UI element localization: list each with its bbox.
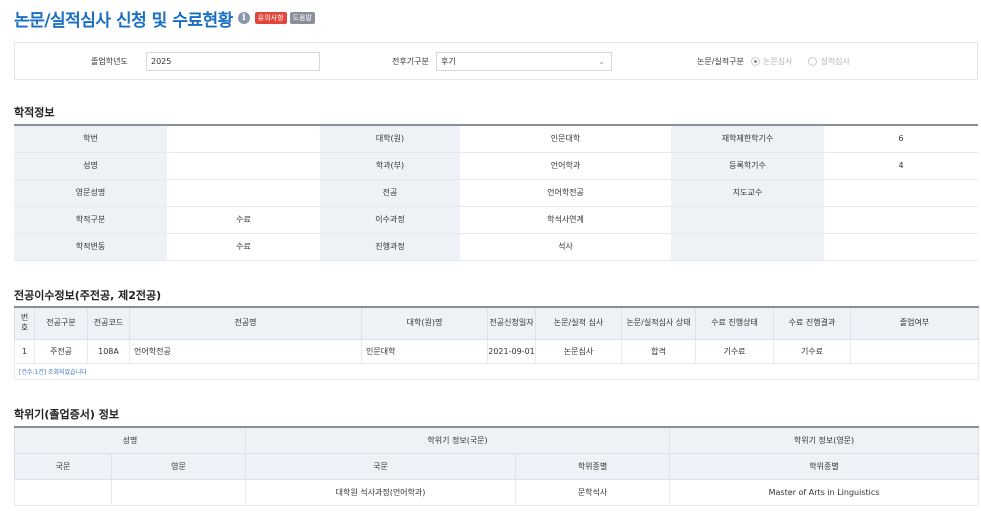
info-label-cell: 성명	[14, 152, 167, 180]
info-label-cell: 영문성명	[14, 179, 167, 207]
info-label-cell: 전공	[320, 179, 460, 207]
table-cell: 문학석사	[515, 478, 671, 506]
degree-group-header: 학위기 정보(국문)	[245, 426, 671, 454]
info-icon[interactable]: i	[237, 12, 250, 24]
table-row: 학적구분 수료 이수과정 학석사연계	[14, 206, 978, 234]
major-info-title: 전공이수정보(주전공, 제2전공)	[14, 289, 162, 302]
degree-group-header: 학위기 정보(영문)	[669, 426, 980, 454]
column-header: 번호	[14, 306, 35, 340]
info-value-cell: 인문대학	[460, 125, 671, 153]
radio-performance-review-label: 실적심사	[820, 57, 850, 66]
degree-info-table: 성명 학위기 정보(국문) 학위기 정보(영문) 국문 영문 국문 학위종별 학위종별 …	[13, 426, 980, 506]
academic-info-table: 학번 대학(원) 인문대학 재학제한학기수 6 성명 학과(부) 언어학과 등록학기수 4 영문성명…	[14, 124, 978, 261]
term-label: 전후기구분	[392, 57, 429, 66]
chevron-down-icon: ⌄	[598, 57, 605, 66]
column-header: 대학(원)명	[361, 306, 488, 340]
info-value-cell	[167, 152, 320, 180]
table-cell: 인문대학	[361, 338, 488, 364]
table-row: 학적변동 수료 진행과정 석사	[14, 233, 978, 261]
info-value-cell: 언어학과	[460, 152, 671, 180]
column-header: 전공신청일자	[487, 306, 536, 340]
table-cell: 1	[14, 338, 35, 364]
table-cell: 주전공	[34, 338, 88, 364]
degree-group-header: 성명	[13, 426, 247, 454]
column-header: 영문	[110, 452, 247, 480]
table-cell	[850, 338, 979, 364]
help-badge-button[interactable]: 도움말	[289, 12, 315, 24]
radio-thesis-review[interactable]	[751, 57, 760, 66]
column-header: 전공코드	[87, 306, 130, 340]
info-label-cell: 지도교수	[671, 179, 824, 207]
table-cell	[110, 478, 247, 506]
column-header: 수료 진행결과	[773, 306, 851, 340]
info-label-cell: 학과(부)	[320, 152, 460, 180]
result-note-row: [건수:1건] 조회되었습니다	[14, 362, 979, 380]
table-row[interactable]: 1 주전공 108A 언어학전공 인문대학 2021-09-01 논문심사 합격 기수료 기수료	[14, 338, 979, 364]
info-value-cell	[824, 206, 978, 234]
table-cell: 108A	[87, 338, 130, 364]
info-label-cell: 이수과정	[320, 206, 460, 234]
table-cell: 기수료	[695, 338, 774, 364]
info-value-cell: 6	[824, 125, 978, 153]
info-label-cell: 학적변동	[14, 233, 167, 261]
info-label-cell: 진행과정	[320, 233, 460, 261]
table-cell: 논문심사	[535, 338, 622, 364]
radio-performance-review[interactable]	[808, 57, 818, 66]
info-label-cell: 재학제한학기수	[671, 125, 824, 153]
academic-info-title: 학적정보	[14, 106, 55, 119]
info-label-cell	[671, 206, 824, 234]
column-header: 전공구분	[34, 306, 88, 340]
degree-info-title: 학위기(졸업증서) 정보	[14, 408, 119, 421]
info-value-cell: 언어학전공	[460, 179, 671, 207]
column-header: 수료 진행상태	[695, 306, 774, 340]
table-cell: 합격	[621, 338, 696, 364]
table-row: 학번 대학(원) 인문대학 재학제한학기수 6	[14, 125, 978, 153]
info-label-cell: 대학(원)	[320, 125, 460, 153]
column-header: 국문	[245, 452, 517, 480]
column-header: 논문/실적심사 상태	[621, 306, 696, 340]
info-value-cell: 수료	[167, 233, 320, 261]
table-cell: 언어학전공	[129, 338, 362, 364]
info-label-cell: 학번	[14, 125, 167, 153]
info-value-cell: 4	[824, 152, 978, 180]
result-count-note: [건수:1건] 조회되었습니다	[14, 362, 979, 380]
table-cell: 2021-09-01	[487, 338, 536, 364]
term-select-value: 후기	[441, 57, 456, 66]
info-value-cell	[167, 125, 320, 153]
column-header: 학위종별	[669, 452, 980, 480]
page-header: 논문/실적심사 신청 및 수료현황 i 유의사항 도움말	[14, 6, 315, 31]
table-cell: 기수료	[773, 338, 851, 364]
review-type-label: 논문/실적구분	[697, 57, 744, 66]
table-row: 대학원 석사과정(언어학과) 문학석사 Master of Arts in Ling…	[14, 478, 980, 506]
radio-thesis-review-label: 논문심사	[763, 57, 793, 66]
info-label-cell: 등록학기수	[671, 152, 824, 180]
info-value-cell: 석사	[460, 233, 671, 261]
table-cell: 대학원 석사과정(언어학과)	[245, 478, 517, 506]
column-header: 졸업여부	[850, 306, 979, 340]
info-label-cell	[671, 233, 824, 261]
grad-year-label: 졸업학년도	[91, 57, 128, 66]
info-value-cell	[167, 179, 320, 207]
search-condition-box: 졸업학년도 2025 전후기구분 후기 ⌄ 논문/실적구분 논문심사 실적심사	[14, 42, 978, 80]
review-type-radio-group: 논문심사 실적심사	[751, 56, 866, 67]
info-value-cell: 수료	[167, 206, 320, 234]
info-value-cell	[824, 179, 978, 207]
major-info-table: 번호 전공구분 전공코드 전공명 대학(원)명 전공신청일자 논문/실적 심사 논문/실적심사…	[14, 306, 979, 380]
page-title: 논문/실적심사 신청 및 수료현황	[14, 10, 233, 31]
table-cell: Master of Arts in Linguistics	[669, 478, 980, 506]
info-label-cell: 학적구분	[14, 206, 167, 234]
notice-badge-button[interactable]: 유의사항	[254, 12, 287, 24]
info-value-cell	[824, 233, 978, 261]
term-select[interactable]: 후기 ⌄	[436, 52, 612, 71]
info-value-cell: 학석사연계	[460, 206, 671, 234]
table-row: 성명 학과(부) 언어학과 등록학기수 4	[14, 152, 978, 180]
grad-year-input[interactable]: 2025	[146, 52, 320, 71]
table-row: 영문성명 전공 언어학전공 지도교수	[14, 179, 978, 207]
column-header: 전공명	[129, 306, 362, 340]
table-cell	[14, 478, 112, 506]
column-header: 학위종별	[515, 452, 671, 480]
column-header: 국문	[14, 452, 112, 480]
column-header: 논문/실적 심사	[535, 306, 622, 340]
